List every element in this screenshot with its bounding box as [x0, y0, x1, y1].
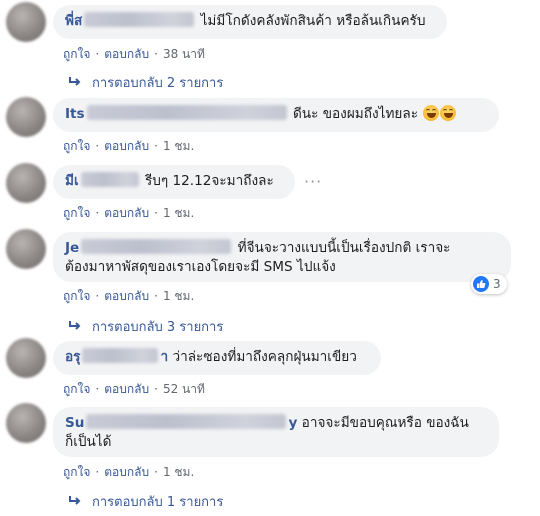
like-link[interactable]: ถูกใจ — [63, 465, 90, 479]
comment-author[interactable]: มีเ — [65, 173, 79, 189]
reply-arrow-icon — [69, 77, 81, 86]
reply-link[interactable]: ตอบกลับ — [104, 382, 149, 396]
comment-bubble: Su y อาจจะมีขอบคุณหรือ ของฉัน ก็เป็นได้ — [53, 407, 499, 457]
replies-count-label: การตอบกลับ 1 รายการ — [92, 495, 224, 510]
timestamp[interactable]: 1 ชม. — [163, 139, 194, 153]
separator: · — [95, 382, 100, 396]
reaction-summary[interactable]: 3 — [471, 274, 507, 294]
comment-text: รีบๆ 12.12จะมาถึงละ — [144, 173, 274, 189]
separator: · — [154, 382, 158, 396]
comment-text: ดีนะ ของผมถึงไทยละ — [292, 106, 419, 122]
redacted-name — [80, 172, 139, 187]
reply-arrow-icon — [69, 321, 81, 330]
avatar[interactable] — [6, 229, 46, 269]
reply-link[interactable]: ตอบกลับ — [104, 47, 149, 61]
reply-link[interactable]: ตอบกลับ — [104, 139, 149, 153]
comment-author[interactable]: อรุ — [65, 349, 80, 365]
separator: · — [95, 47, 100, 61]
timestamp[interactable]: 52 นาที — [163, 382, 205, 396]
separator: · — [95, 139, 100, 153]
like-link[interactable]: ถูกใจ — [63, 47, 90, 61]
comment-bubble: Je ที่จีนจะวางแบบนี้เป็นเรื่องปกติ เราจะ… — [53, 232, 511, 282]
separator: · — [154, 47, 158, 61]
comment-bubble: พี่ส ไม่มีโกดังคลังพักสินค้า หรือล้นเกิน… — [53, 5, 447, 39]
redacted-name — [86, 414, 287, 429]
comment-author[interactable]: Su — [65, 415, 84, 431]
comment-author-tail: า — [160, 349, 169, 365]
avatar[interactable] — [6, 2, 46, 42]
like-link[interactable]: ถูกใจ — [63, 289, 90, 303]
separator: · — [95, 289, 100, 303]
reply-arrow-icon — [69, 496, 81, 505]
comment-actions: ถูกใจ · ตอบกลับ · 1 ชม. — [63, 287, 194, 306]
more-options-icon[interactable]: ··· — [304, 172, 322, 191]
timestamp[interactable]: 38 นาที — [163, 47, 205, 61]
avatar[interactable] — [6, 338, 46, 378]
comment-bubble: Its ดีนะ ของผมถึงไทยละ — [53, 98, 499, 132]
redacted-name — [82, 348, 159, 363]
comment-actions: ถูกใจ · ตอบกลับ · 1 ชม. — [63, 137, 194, 156]
comment-author[interactable]: พี่ส — [65, 13, 82, 29]
avatar[interactable] — [6, 403, 46, 443]
timestamp[interactable]: 1 ชม. — [163, 289, 194, 303]
separator: · — [154, 139, 158, 153]
reply-link[interactable]: ตอบกลับ — [104, 465, 149, 479]
replies-count-label: การตอบกลับ 3 รายการ — [92, 320, 224, 335]
separator: · — [154, 465, 158, 479]
like-link[interactable]: ถูกใจ — [63, 206, 90, 220]
comment-text: ว่าล่ะซองที่มาถึงคลุกฝุ่นมาเขียว — [172, 349, 357, 365]
replies-count-label: การตอบกลับ 2 รายการ — [92, 76, 224, 91]
timestamp[interactable]: 1 ชม. — [163, 206, 194, 220]
comment-text-line: ที่จีนจะวางแบบนี้เป็นเรื่องปกติ เราจะ — [237, 240, 451, 256]
comment-author[interactable]: Je — [65, 240, 79, 256]
redacted-name — [84, 12, 195, 27]
separator: · — [95, 206, 100, 220]
avatar[interactable] — [6, 97, 46, 137]
comment-text-line: ต้องมาหาพัสดุของเราเองโดยจะมี SMS ไปแจ้ง — [65, 259, 336, 275]
separator: · — [95, 465, 100, 479]
comment-author-tail: y — [288, 415, 298, 431]
comment-actions: ถูกใจ · ตอบกลับ · 1 ชม. — [63, 204, 194, 223]
reaction-count: 3 — [493, 277, 501, 291]
reply-link[interactable]: ตอบกลับ — [104, 289, 149, 303]
comment-text-line: อาจจะมีขอบคุณหรือ ของฉัน — [301, 415, 469, 431]
comment-actions: ถูกใจ · ตอบกลับ · 52 นาที — [63, 380, 205, 399]
grinning-sweat-emoji-icon — [440, 105, 457, 121]
grinning-sweat-emoji-icon — [423, 105, 440, 121]
view-replies-link[interactable]: การตอบกลับ 1 รายการ — [68, 491, 223, 512]
comment-text: ไม่มีโกดังคลังพักสินค้า หรือล้นเกินครับ — [200, 13, 426, 29]
separator: · — [154, 289, 158, 303]
redacted-name — [81, 239, 232, 254]
comment-bubble: อรุ า ว่าล่ะซองที่มาถึงคลุกฝุ่นมาเขียว — [53, 341, 381, 375]
comment-bubble: มีเ รีบๆ 12.12จะมาถึงละ — [53, 165, 295, 199]
reply-link[interactable]: ตอบกลับ — [104, 206, 149, 220]
comment-actions: ถูกใจ · ตอบกลับ · 38 นาที — [63, 45, 205, 64]
view-replies-link[interactable]: การตอบกลับ 3 รายการ — [68, 316, 223, 337]
comment-actions: ถูกใจ · ตอบกลับ · 1 ชม. — [63, 463, 194, 482]
separator: · — [154, 206, 158, 220]
redacted-name — [86, 105, 287, 120]
like-reaction-icon — [473, 276, 489, 292]
view-replies-link[interactable]: การตอบกลับ 2 รายการ — [68, 72, 223, 93]
like-link[interactable]: ถูกใจ — [63, 139, 90, 153]
comment-text-line: ก็เป็นได้ — [65, 434, 112, 450]
timestamp[interactable]: 1 ชม. — [163, 465, 194, 479]
comment-author[interactable]: Its — [65, 106, 85, 122]
avatar[interactable] — [6, 163, 46, 203]
like-link[interactable]: ถูกใจ — [63, 382, 90, 396]
